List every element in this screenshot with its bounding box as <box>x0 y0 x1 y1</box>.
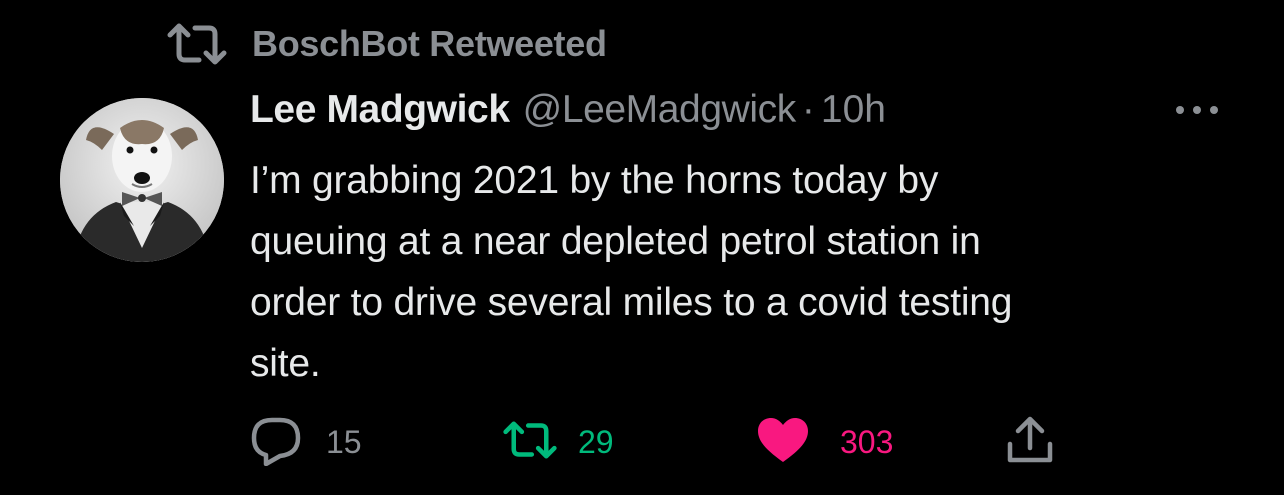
share-icon <box>1004 414 1056 471</box>
tweet-text-line: site. <box>250 342 321 385</box>
like-count: 303 <box>840 423 894 460</box>
separator-dot: · <box>801 88 815 131</box>
retweet-icon <box>166 22 228 66</box>
reply-count: 15 <box>326 423 362 460</box>
tweet-text-line: order to drive several miles to a covid … <box>250 281 1013 324</box>
retweet-count: 29 <box>578 423 614 460</box>
tweet[interactable]: BoschBot Retweeted Lee Madgwick @LeeMadg… <box>0 0 1284 495</box>
author-handle[interactable]: @LeeMadgwick <box>523 88 797 132</box>
tweet-timestamp[interactable]: 10h <box>821 88 886 132</box>
retweet-icon <box>502 418 558 467</box>
retweet-header: BoschBot Retweeted <box>166 22 607 66</box>
heart-icon <box>756 416 810 469</box>
retweeted-by-label[interactable]: BoschBot Retweeted <box>252 23 607 65</box>
tweet-text: I’m grabbing 2021 by the horns today by … <box>250 150 1230 394</box>
share-button[interactable] <box>1004 414 1056 470</box>
author-name[interactable]: Lee Madgwick <box>250 88 510 132</box>
avatar[interactable] <box>60 98 224 262</box>
tweet-text-line: queuing at a near depleted petrol statio… <box>250 220 981 263</box>
reply-button[interactable]: 15 <box>248 414 362 470</box>
author-line: Lee Madgwick @LeeMadgwick · 10h <box>250 88 886 138</box>
more-options-icon[interactable] <box>1172 96 1222 126</box>
reply-icon <box>248 414 304 471</box>
retweet-button[interactable]: 29 <box>502 414 614 470</box>
action-bar: 15 29 303 <box>248 414 1068 470</box>
tweet-text-line: I’m grabbing 2021 by the horns today by <box>250 159 939 202</box>
like-button[interactable]: 303 <box>756 414 893 470</box>
